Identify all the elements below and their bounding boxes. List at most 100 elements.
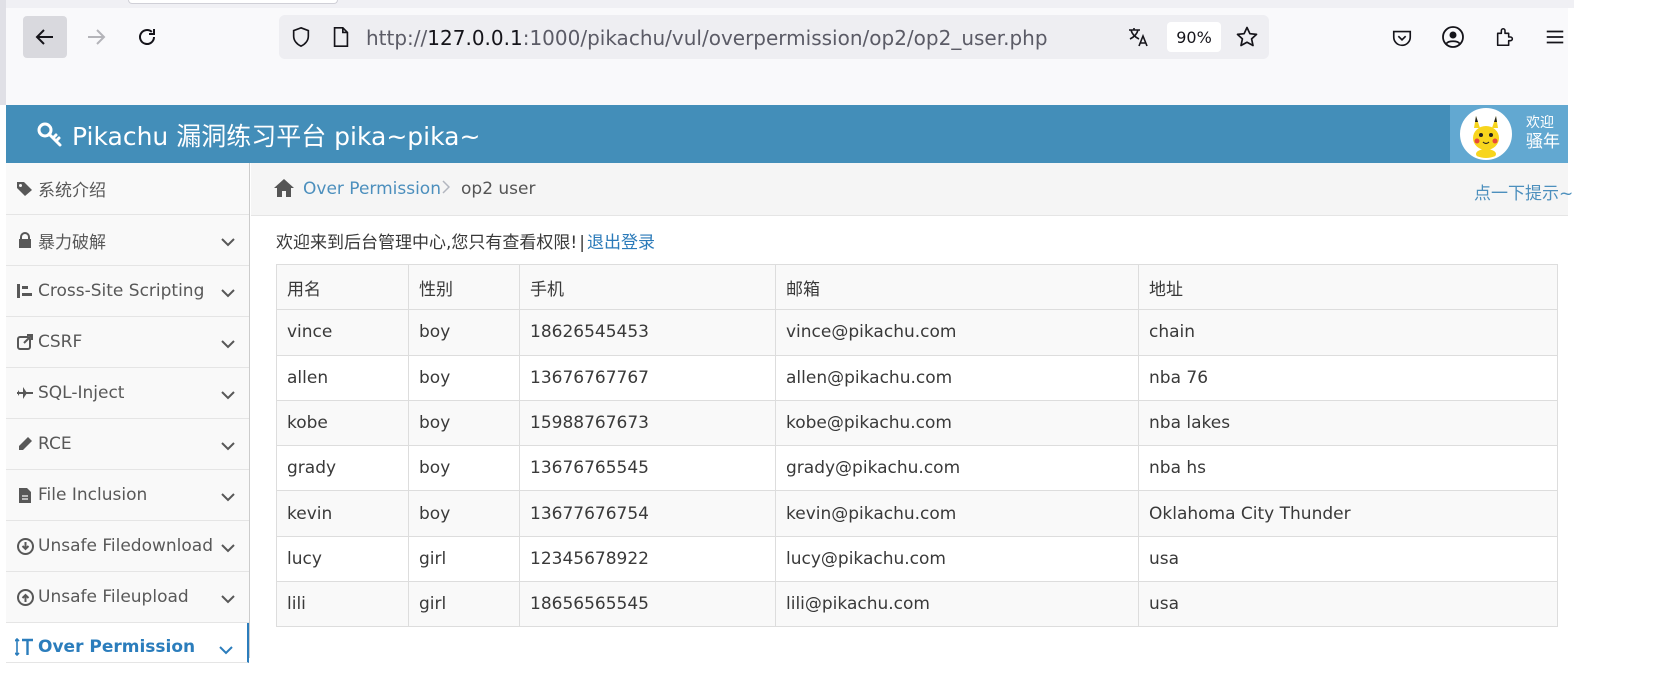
sidebar-item-label: 系统介绍 (38, 181, 106, 201)
file-icon (15, 485, 35, 505)
menu-icon[interactable] (1542, 24, 1568, 50)
cell-address: nba 76 (1138, 354, 1558, 401)
pencil-icon (15, 434, 35, 454)
cell-gender: boy (408, 445, 520, 492)
home-icon[interactable] (273, 178, 295, 202)
sidebar-item-intro[interactable]: 系统介绍 (6, 163, 249, 215)
chevron-down-icon (221, 283, 235, 303)
chevron-down-icon (221, 538, 235, 558)
cell-username: vince (276, 309, 409, 356)
chevron-down-icon (221, 436, 235, 456)
sidebar-item-label: 暴力破解 (38, 232, 106, 253)
sidebar-item-bruteforce[interactable]: 暴力破解 (6, 215, 249, 266)
lock-icon (15, 230, 35, 250)
chevron-down-icon (219, 640, 233, 660)
cell-phone: 18626545453 (519, 309, 776, 356)
cell-phone: 12345678922 (519, 535, 776, 583)
cell-email: kobe@pikachu.com (775, 399, 1139, 447)
sidebar-item-label: Cross-Site Scripting (38, 281, 205, 301)
page-info-icon[interactable] (329, 25, 353, 49)
sidebar-item-label: Over Permission (38, 637, 196, 657)
sidebar-item-xss[interactable]: Cross-Site Scripting (6, 266, 249, 317)
app-header: Pikachu 漏洞练习平台 pika~pika~ 欢迎 骚年 (6, 105, 1568, 163)
cell-phone: 15988767673 (519, 399, 776, 447)
welcome-notice: 欢迎来到后台管理中心,您只有查看权限! | 退出登录 (276, 228, 655, 253)
cell-email: lili@pikachu.com (775, 581, 1139, 628)
plane-icon (15, 383, 35, 403)
breadcrumb-parent-link[interactable]: Over Permission (303, 179, 441, 199)
pocket-icon[interactable] (1389, 25, 1415, 51)
welcome-username: 骚年 (1526, 132, 1560, 152)
app-title: Pikachu 漏洞练习平台 pika~pika~ (72, 122, 481, 151)
reload-icon (139, 29, 155, 45)
url-host: 127.0.0.1 (427, 26, 523, 50)
table-header-row: 用名 性别 手机 邮箱 地址 (276, 263, 1558, 311)
hint-link[interactable]: 点一下提示~ (1474, 179, 1573, 204)
text-height-icon (15, 637, 35, 657)
notice-separator: | (579, 233, 585, 253)
cell-gender: boy (408, 490, 520, 537)
column-header-username: 用名 (276, 263, 409, 311)
browser-toolbar: http://127.0.0.1:1000/pikachu/vul/overpe… (0, 0, 1574, 105)
cell-phone: 13677676754 (519, 490, 776, 537)
sidebar-item-fileinclusion[interactable]: File Inclusion (6, 470, 249, 521)
sidebar-item-label: File Inclusion (38, 485, 148, 505)
bookmark-star-icon[interactable] (1234, 25, 1260, 49)
column-header-email: 邮箱 (775, 263, 1139, 311)
cell-email: allen@pikachu.com (775, 354, 1139, 401)
active-tab[interactable] (128, 0, 338, 4)
table-row: grady boy 13676765545 grady@pikachu.com … (276, 445, 1558, 492)
sidebar-item-label: Unsafe Filedownload (38, 536, 213, 556)
chevron-down-icon (221, 589, 235, 609)
user-menu[interactable]: 欢迎 骚年 (1450, 105, 1568, 163)
chevron-down-icon (221, 232, 235, 252)
sidebar-item-rce[interactable]: RCE (6, 419, 249, 470)
shield-icon[interactable] (289, 25, 313, 49)
cell-username: grady (276, 445, 409, 492)
sidebar-item-label: SQL-Inject (38, 383, 125, 403)
sidebar: 系统介绍 暴力破解 Cross-Site Scripting CSRF SQL-… (6, 163, 250, 663)
url-text[interactable]: http://127.0.0.1:1000/pikachu/vul/overpe… (366, 26, 1048, 50)
sidebar-item-overpermission[interactable]: Over Permission (6, 623, 249, 663)
breadcrumb-current: op2 user (461, 179, 536, 199)
chevron-down-icon (221, 385, 235, 405)
cell-email: lucy@pikachu.com (775, 535, 1139, 583)
extensions-icon[interactable] (1492, 24, 1518, 50)
sidebar-item-fileupload[interactable]: Unsafe Fileupload (6, 572, 249, 623)
cell-username: kobe (276, 399, 409, 447)
forward-button[interactable] (74, 16, 118, 58)
translate-icon[interactable] (1125, 25, 1151, 49)
cell-address: nba hs (1138, 445, 1558, 492)
cell-gender: boy (408, 399, 520, 447)
address-bar[interactable]: http://127.0.0.1:1000/pikachu/vul/overpe… (279, 15, 1269, 59)
cell-gender: boy (408, 309, 520, 356)
table-row: kevin boy 13677676754 kevin@pikachu.com … (276, 490, 1558, 537)
pikachu-avatar-image (1462, 110, 1510, 158)
column-header-gender: 性别 (408, 263, 520, 311)
logout-link[interactable]: 退出登录 (587, 233, 655, 253)
app-brand[interactable]: Pikachu 漏洞练习平台 pika~pika~ (36, 117, 480, 153)
cell-address: usa (1138, 535, 1558, 583)
sitemap-icon (15, 281, 35, 301)
url-path: :1000/pikachu/vul/overpermission/op2/op2… (522, 26, 1048, 50)
sidebar-item-csrf[interactable]: CSRF (6, 317, 249, 368)
download-icon (15, 536, 35, 556)
sidebar-item-label: RCE (38, 434, 72, 454)
cell-email: grady@pikachu.com (775, 445, 1139, 492)
account-icon[interactable] (1440, 24, 1466, 50)
cell-username: kevin (276, 490, 409, 537)
sidebar-item-label: Unsafe Fileupload (38, 587, 189, 607)
column-header-address: 地址 (1138, 263, 1558, 311)
back-arrow-icon (35, 29, 53, 45)
back-button[interactable] (23, 16, 67, 58)
sidebar-item-filedownload[interactable]: Unsafe Filedownload (6, 521, 249, 572)
users-table: 用名 性别 手机 邮箱 地址 vince boy 18626545453 vin… (276, 263, 1558, 628)
cell-gender: girl (408, 535, 520, 583)
zoom-indicator[interactable]: 90% (1167, 22, 1221, 52)
reload-button[interactable] (125, 16, 169, 58)
chevron-down-icon (221, 334, 235, 354)
share-icon (15, 332, 35, 352)
sidebar-item-sqlinject[interactable]: SQL-Inject (6, 368, 249, 419)
chevron-right-icon (442, 180, 451, 198)
cell-email: vince@pikachu.com (775, 309, 1139, 356)
